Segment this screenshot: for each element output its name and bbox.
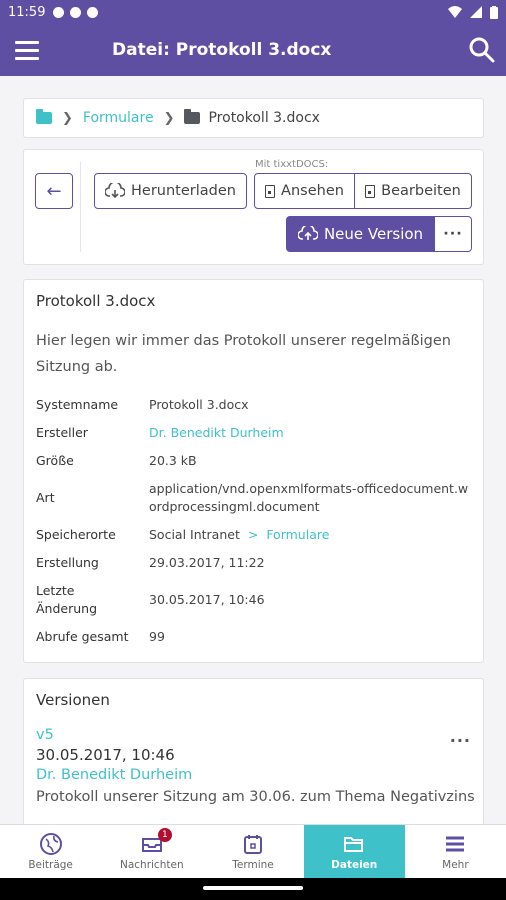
nav-label: Dateien: [331, 859, 378, 871]
document-edit-icon: [365, 184, 376, 198]
app-icon: [87, 6, 99, 18]
arrow-left-icon: ←: [46, 180, 62, 202]
breadcrumb: ❯ Formulare ❯ Protokoll 3.docx: [23, 98, 484, 138]
detail-row-type: Art application/vnd.openxmlformats-offic…: [36, 480, 471, 516]
version-item: v5 ··· 30.05.2017, 10:46 Dr. Benedikt Du…: [36, 727, 475, 805]
creator-link[interactable]: Dr. Benedikt Durheim: [149, 424, 471, 442]
document-icon: [265, 184, 276, 198]
version-note: Protokoll unserer Sitzung am 30.06. zum …: [36, 789, 475, 805]
location-root: Social Intranet: [149, 527, 240, 542]
detail-key: Speicherorte: [36, 527, 116, 542]
file-title: Protokoll 3.docx: [36, 292, 156, 310]
new-version-button[interactable]: Neue Version: [286, 216, 435, 252]
detail-row-locations: Speicherorte Social Intranet > Formulare: [36, 526, 471, 544]
detail-key: Abrufe gesamt: [36, 629, 129, 644]
tixxtdocs-label: Mit tixxtDOCS:: [255, 159, 329, 170]
calendar-icon: [244, 835, 262, 854]
menu-icon[interactable]: [0, 24, 54, 76]
version-tag[interactable]: v5: [36, 727, 471, 743]
download-label: Herunterladen: [131, 183, 236, 199]
notification-icon: [53, 6, 65, 18]
version-date: 30.05.2017, 10:46: [36, 746, 175, 764]
detail-value: 30.05.2017, 10:46: [149, 592, 265, 607]
chevron-right-icon: ❯: [62, 110, 73, 126]
breadcrumb-current: Protokoll 3.docx: [208, 110, 320, 126]
nav-dateien[interactable]: Dateien: [303, 825, 405, 878]
more-dots-icon: ···: [443, 226, 463, 242]
download-button[interactable]: Herunterladen: [94, 173, 247, 209]
nav-termine[interactable]: Termine: [202, 825, 303, 878]
folder-icon[interactable]: [36, 109, 52, 124]
cloud-download-icon: [105, 183, 126, 199]
detail-row-views: Abrufe gesamt 99: [36, 628, 471, 646]
page-title: Datei: Protokoll 3.docx: [112, 40, 332, 60]
nav-label: Beiträge: [28, 859, 73, 871]
status-bar: 11:59: [0, 0, 506, 24]
detail-value: 99: [149, 629, 165, 644]
location-separator: >: [247, 527, 259, 542]
nav-badge: 1: [157, 828, 172, 842]
nav-label: Mehr: [442, 859, 469, 871]
versions-title: Versionen: [36, 691, 110, 709]
detail-key: Letzte Änderung: [36, 583, 98, 616]
versions-card: Versionen v5 ··· 30.05.2017, 10:46 Dr. B…: [23, 678, 484, 824]
version-author-link[interactable]: Dr. Benedikt Durheim: [36, 767, 471, 783]
nav-mehr[interactable]: Mehr: [405, 825, 506, 878]
folder-icon: [184, 109, 201, 124]
system-navigation-bar: [0, 878, 506, 900]
file-toolbar: ← Herunterladen Mit tixxtDOCS: Ansehen B…: [23, 149, 484, 265]
detail-key: Erstellung: [36, 555, 99, 570]
shield-icon: [70, 6, 82, 18]
detail-value: 20.3 kB: [149, 453, 197, 468]
file-details-card: Protokoll 3.docx Hier legen wir immer da…: [23, 279, 484, 663]
main-content: ❯ Formulare ❯ Protokoll 3.docx ← Herunte…: [0, 76, 506, 824]
chevron-right-icon: ❯: [163, 110, 175, 126]
view-button[interactable]: Ansehen: [254, 173, 355, 209]
back-button[interactable]: ←: [35, 173, 73, 209]
detail-key: Systemname: [36, 397, 119, 412]
more-options-button[interactable]: ···: [434, 216, 472, 252]
edit-label: Bearbeiten: [381, 183, 461, 199]
breadcrumb-folder-link[interactable]: Formulare: [83, 110, 154, 126]
home-gesture-handle[interactable]: [203, 886, 303, 890]
wifi-icon: [448, 6, 462, 18]
globe-icon: [39, 833, 62, 855]
file-description: Hier legen wir immer das Protokoll unser…: [36, 333, 451, 375]
detail-value: application/vnd.openxmlformats-officedoc…: [149, 481, 469, 514]
folder-open-icon: [344, 837, 364, 852]
detail-row-modified: Letzte Änderung 30.05.2017, 10:46: [36, 582, 471, 618]
detail-value: 29.03.2017, 11:22: [149, 555, 265, 570]
nav-beitraege[interactable]: Beiträge: [0, 825, 101, 878]
location-folder-link[interactable]: Formulare: [266, 527, 329, 542]
nav-label: Nachrichten: [119, 859, 184, 871]
detail-value: Protokoll 3.docx: [149, 397, 249, 412]
edit-button[interactable]: Bearbeiten: [354, 173, 472, 209]
signal-icon: [470, 6, 482, 18]
detail-key: Ersteller: [36, 425, 88, 440]
view-label: Ansehen: [281, 183, 344, 199]
status-time: 11:59: [8, 4, 46, 20]
battery-icon: [490, 5, 498, 19]
detail-row-size: Größe 20.3 kB: [36, 452, 471, 470]
detail-key: Art: [36, 490, 55, 505]
cloud-upload-icon: [297, 226, 318, 240]
nav-nachrichten[interactable]: 1 Nachrichten: [101, 825, 202, 878]
detail-row-created: Erstellung 29.03.2017, 11:22: [36, 554, 471, 572]
search-icon[interactable]: [468, 36, 496, 64]
version-more-button[interactable]: ···: [450, 731, 471, 750]
toolbar-divider: [80, 162, 81, 252]
nav-label: Termine: [232, 859, 274, 871]
app-bar: Datei: Protokoll 3.docx: [0, 24, 506, 76]
detail-key: Größe: [36, 453, 74, 468]
bottom-navigation: Beiträge 1 Nachrichten Termine Dateien M…: [0, 824, 506, 878]
detail-row-systemname: Systemname Protokoll 3.docx: [36, 396, 471, 414]
detail-row-creator: Ersteller Dr. Benedikt Durheim: [36, 424, 471, 442]
menu-icon: [446, 836, 465, 852]
new-version-label: Neue Version: [323, 225, 424, 243]
